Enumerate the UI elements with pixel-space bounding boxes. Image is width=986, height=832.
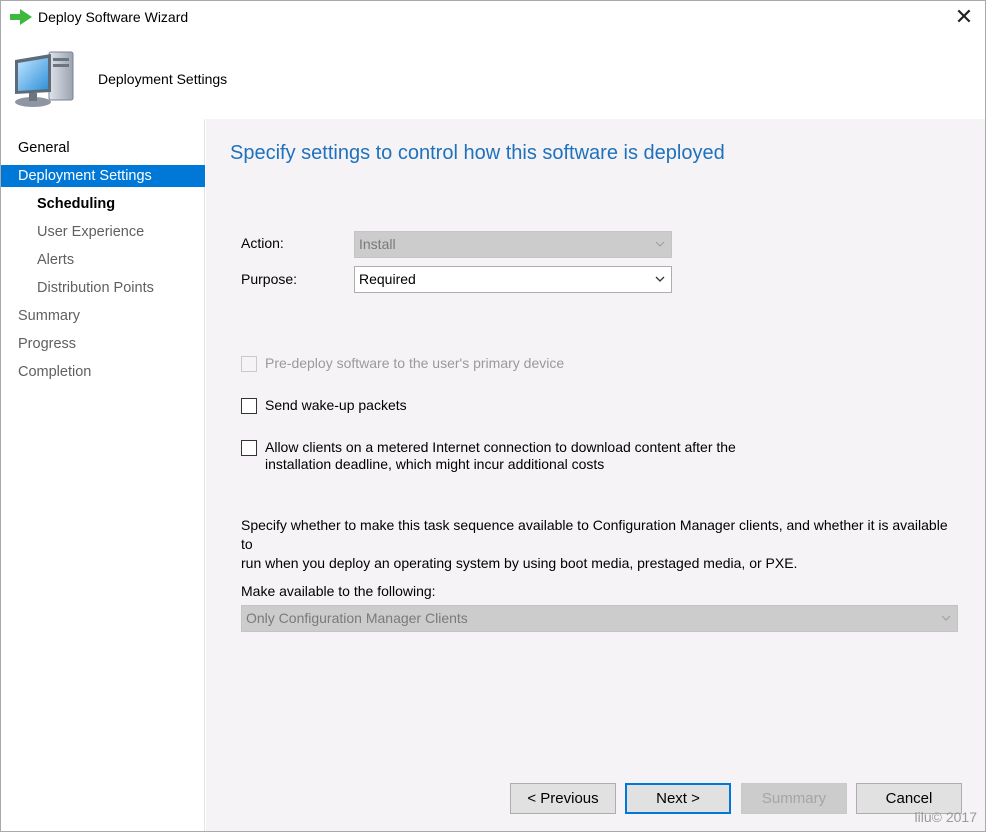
wakeup-checkbox[interactable] bbox=[241, 398, 257, 414]
metered-label[interactable]: Allow clients on a metered Internet conn… bbox=[265, 439, 736, 473]
summary-button: Summary bbox=[741, 783, 847, 814]
availability-description-line2: run when you deploy an operating system … bbox=[241, 555, 798, 571]
wakeup-label[interactable]: Send wake-up packets bbox=[265, 397, 407, 414]
purpose-label: Purpose: bbox=[241, 271, 298, 287]
availability-description-line1: Specify whether to make this task sequen… bbox=[241, 517, 948, 552]
nav-item-progress[interactable]: Progress bbox=[1, 333, 205, 355]
title-bar: Deploy Software Wizard ✕ bbox=[1, 1, 985, 33]
purpose-value: Required bbox=[359, 271, 416, 287]
wizard-nav: General Deployment Settings Scheduling U… bbox=[1, 119, 205, 831]
predeploy-option: Pre-deploy software to the user's primar… bbox=[241, 355, 564, 372]
nav-item-summary[interactable]: Summary bbox=[1, 305, 205, 327]
close-icon: ✕ bbox=[954, 4, 974, 29]
wakeup-option[interactable]: Send wake-up packets bbox=[241, 397, 407, 414]
make-available-label: Make available to the following: bbox=[241, 583, 436, 599]
nav-item-completion[interactable]: Completion bbox=[1, 361, 205, 383]
action-select: Install bbox=[354, 231, 672, 258]
make-available-value: Only Configuration Manager Clients bbox=[246, 610, 468, 626]
chevron-down-icon bbox=[655, 241, 665, 247]
computer-icon bbox=[15, 51, 74, 107]
window-title: Deploy Software Wizard bbox=[38, 9, 189, 25]
green-arrow-icon bbox=[10, 9, 32, 25]
close-button[interactable]: ✕ bbox=[949, 3, 979, 31]
purpose-select[interactable]: Required bbox=[354, 266, 672, 293]
wizard-window: Deploy Software Wizard ✕ Deployment Sett… bbox=[0, 0, 986, 832]
previous-button[interactable]: < Previous bbox=[510, 783, 616, 814]
nav-item-deployment-settings[interactable]: Deployment Settings bbox=[1, 165, 205, 187]
availability-description: Specify whether to make this task sequen… bbox=[241, 516, 951, 573]
predeploy-checkbox bbox=[241, 356, 257, 372]
metered-checkbox[interactable] bbox=[241, 440, 257, 456]
nav-item-distribution-points[interactable]: Distribution Points bbox=[1, 277, 205, 299]
make-available-select: Only Configuration Manager Clients bbox=[241, 605, 958, 632]
page-title: Specify settings to control how this sof… bbox=[230, 142, 725, 164]
predeploy-label: Pre-deploy software to the user's primar… bbox=[265, 355, 565, 371]
metered-option[interactable]: Allow clients on a metered Internet conn… bbox=[241, 439, 736, 473]
chevron-down-icon bbox=[655, 276, 665, 282]
content-panel: Specify settings to control how this sof… bbox=[206, 119, 985, 831]
chevron-down-icon bbox=[941, 615, 951, 621]
action-label: Action: bbox=[241, 235, 284, 251]
metered-label-line1: Allow clients on a metered Internet conn… bbox=[265, 439, 736, 455]
nav-item-alerts[interactable]: Alerts bbox=[1, 249, 205, 271]
copyright-watermark: lilu© 2017 bbox=[914, 809, 977, 825]
next-button[interactable]: Next > bbox=[625, 783, 731, 814]
nav-item-general[interactable]: General bbox=[1, 137, 205, 159]
header-title: Deployment Settings bbox=[98, 71, 228, 87]
metered-label-line2: installation deadline, which might incur… bbox=[265, 456, 605, 472]
nav-item-user-experience[interactable]: User Experience bbox=[1, 221, 205, 243]
nav-item-scheduling[interactable]: Scheduling bbox=[1, 193, 205, 215]
action-value: Install bbox=[359, 236, 396, 252]
wizard-header: Deployment Settings bbox=[1, 33, 985, 119]
